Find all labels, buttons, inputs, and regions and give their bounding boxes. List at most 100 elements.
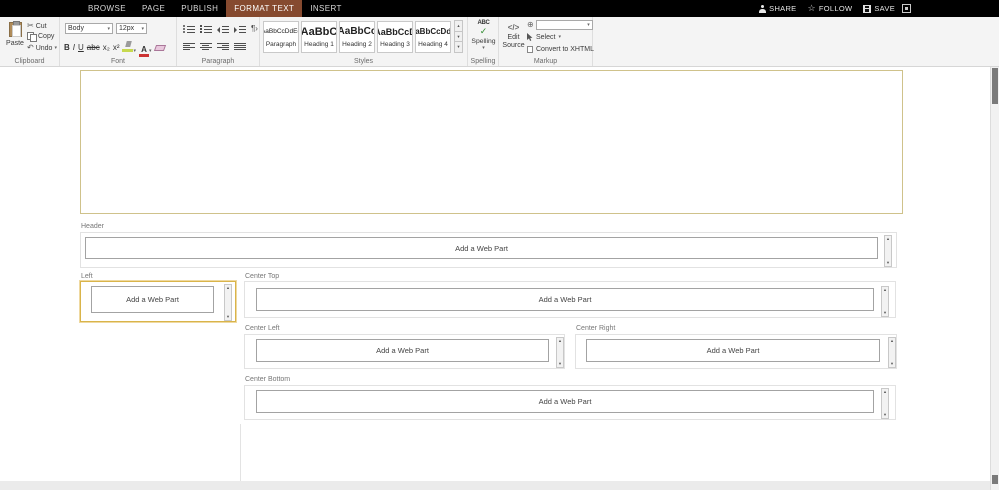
zone-scrollbar[interactable]: ▴ ▾ [881,286,889,317]
zone-scrollbar[interactable]: ▴ ▾ [884,235,892,267]
italic-button[interactable]: I [73,42,75,54]
webpart-zone-center-bottom: Add a Web Part ▴ ▾ [244,385,896,420]
style-preview: AaBbCcDdEe [263,28,298,35]
language-select[interactable]: ▾ [535,20,593,30]
tab-publish[interactable]: PUBLISH [173,0,226,17]
bold-button[interactable]: B [64,42,70,54]
zone-scrollbar[interactable]: ▴ ▾ [881,388,889,419]
copy-button[interactable]: Copy [27,32,54,42]
add-web-part-link[interactable]: Add a Web Part [707,346,760,355]
add-web-part-box-center-top[interactable]: Add a Web Part [256,288,874,311]
font-family-value: Body [68,25,84,32]
align-left-icon[interactable] [183,42,195,52]
select-cursor-icon [527,33,533,41]
font-color-button[interactable]: A ▾ [139,39,152,57]
styles-gallery: AaBbCcDdEe Paragraph AaBbC Heading 1 AaB… [263,21,453,53]
highlight-color-button[interactable]: ▾ [122,39,136,57]
ribbon-group-markup: </> Edit Source ⊕ ▾ Select ▾ Convert to … [499,17,594,66]
font-size-select[interactable]: 12px ▾ [116,23,147,34]
chevron-down-icon: ▾ [587,22,590,28]
group-label-paragraph: Paragraph [201,58,235,65]
scroll-down-icon[interactable]: ▾ [884,310,886,316]
add-web-part-box-header[interactable]: Add a Web Part [85,237,878,259]
scroll-up-icon[interactable]: ▴ [884,389,886,395]
save-button[interactable]: SAVE [863,4,895,13]
font-family-select[interactable]: Body ▾ [65,23,113,34]
scroll-down-icon[interactable]: ▾ [891,361,893,367]
save-icon [863,4,872,13]
tab-format-text[interactable]: FORMAT TEXT [226,0,303,17]
zone-scrollbar[interactable]: ▴ ▾ [224,284,232,321]
scroll-down-icon[interactable]: ▾ [559,361,561,367]
scroll-up-icon[interactable]: ▴ [884,287,886,293]
style-heading-4[interactable]: AaBbCcDdE Heading 4 [415,21,451,53]
select-label: Select [536,33,556,41]
paste-icon [8,21,22,37]
add-web-part-link[interactable]: Add a Web Part [539,295,592,304]
scroll-up-icon[interactable]: ▴ [891,338,893,344]
scroll-up-icon[interactable]: ▴ [559,338,561,344]
strikethrough-button[interactable]: abc [87,42,100,54]
scrollbar-thumb[interactable] [992,68,998,104]
style-heading-3[interactable]: AaBbCcD Heading 3 [377,21,413,53]
add-web-part-link[interactable]: Add a Web Part [376,346,429,355]
style-heading-1[interactable]: AaBbC Heading 1 [301,21,337,53]
superscript-button[interactable]: x² [113,42,120,54]
underline-button[interactable]: U [78,42,84,54]
undo-button[interactable]: ↶ Undo ▾ [27,44,57,52]
add-web-part-link[interactable]: Add a Web Part [539,397,592,406]
bullet-list-icon[interactable] [183,24,195,34]
style-heading-2[interactable]: AaBbCc Heading 2 [339,21,375,53]
clear-format-button[interactable] [153,45,166,51]
ribbon-group-clipboard: Paste ✂ Cut Copy ↶ Undo ▾ Clipboard [0,17,60,66]
focus-on-content-icon[interactable] [902,4,911,13]
tab-page[interactable]: PAGE [134,0,173,17]
outdent-icon[interactable] [217,24,229,34]
left-to-right-icon[interactable]: ¶› [251,24,258,34]
gallery-more-icon[interactable]: ▾ [454,41,463,54]
follow-button[interactable]: ☆ FOLLOW [807,4,853,14]
add-web-part-box-center-left[interactable]: Add a Web Part [256,339,549,362]
scrollbar-bottom-block[interactable] [992,475,998,484]
paste-button[interactable]: Paste [3,21,27,60]
align-justify-icon[interactable] [234,42,246,52]
zone-scrollbar[interactable]: ▴ ▾ [556,337,564,368]
group-label-font: Font [110,58,125,65]
vertical-scrollbar[interactable] [990,67,999,490]
ribbon-group-spelling: ABC ✓ Spelling ▾ Spelling [468,17,499,66]
add-web-part-box-left[interactable]: Add a Web Part [91,286,214,313]
indent-icon[interactable] [234,24,246,34]
ribbon-group-font: Body ▾ 12px ▾ B I U abc x₂ x² ▾ A ▾ Font [60,17,177,66]
group-label-clipboard: Clipboard [14,58,45,65]
scroll-down-icon[interactable]: ▾ [887,260,889,266]
subscript-button[interactable]: x₂ [103,42,110,54]
rich-text-editor[interactable] [80,70,903,214]
align-right-icon[interactable] [217,42,229,52]
add-web-part-link[interactable]: Add a Web Part [455,244,508,253]
follow-label: FOLLOW [818,4,853,13]
spelling-button[interactable]: ABC ✓ Spelling ▾ [470,20,497,51]
ribbon: Paste ✂ Cut Copy ↶ Undo ▾ Clipboard Body… [0,17,999,67]
scroll-up-icon[interactable]: ▴ [227,285,229,291]
align-center-icon[interactable] [200,42,212,52]
tab-insert[interactable]: INSERT [302,0,350,17]
undo-icon: ↶ [27,43,34,52]
add-web-part-box-center-bottom[interactable]: Add a Web Part [256,390,874,413]
numbered-list-icon[interactable] [200,24,212,34]
person-icon [759,4,767,13]
edit-source-button[interactable]: </> Edit Source [502,22,525,50]
zone-scrollbar[interactable]: ▴ ▾ [888,337,896,368]
select-menu-button[interactable]: Select ▾ [527,33,561,41]
convert-to-xhtml-button[interactable]: Convert to XHTML [527,46,594,53]
scroll-down-icon[interactable]: ▾ [884,412,886,418]
tab-browse[interactable]: BROWSE [80,0,134,17]
style-paragraph[interactable]: AaBbCcDdEe Paragraph [263,21,299,53]
scroll-down-icon[interactable]: ▾ [227,314,229,320]
share-button[interactable]: SHARE [759,4,796,13]
scroll-up-icon[interactable]: ▴ [887,236,889,242]
add-web-part-box-center-right[interactable]: Add a Web Part [586,339,880,362]
chevron-down-icon: ▾ [482,45,485,51]
copy-icon [27,32,37,42]
add-web-part-link[interactable]: Add a Web Part [126,295,179,304]
cut-button[interactable]: ✂ Cut [27,22,47,30]
